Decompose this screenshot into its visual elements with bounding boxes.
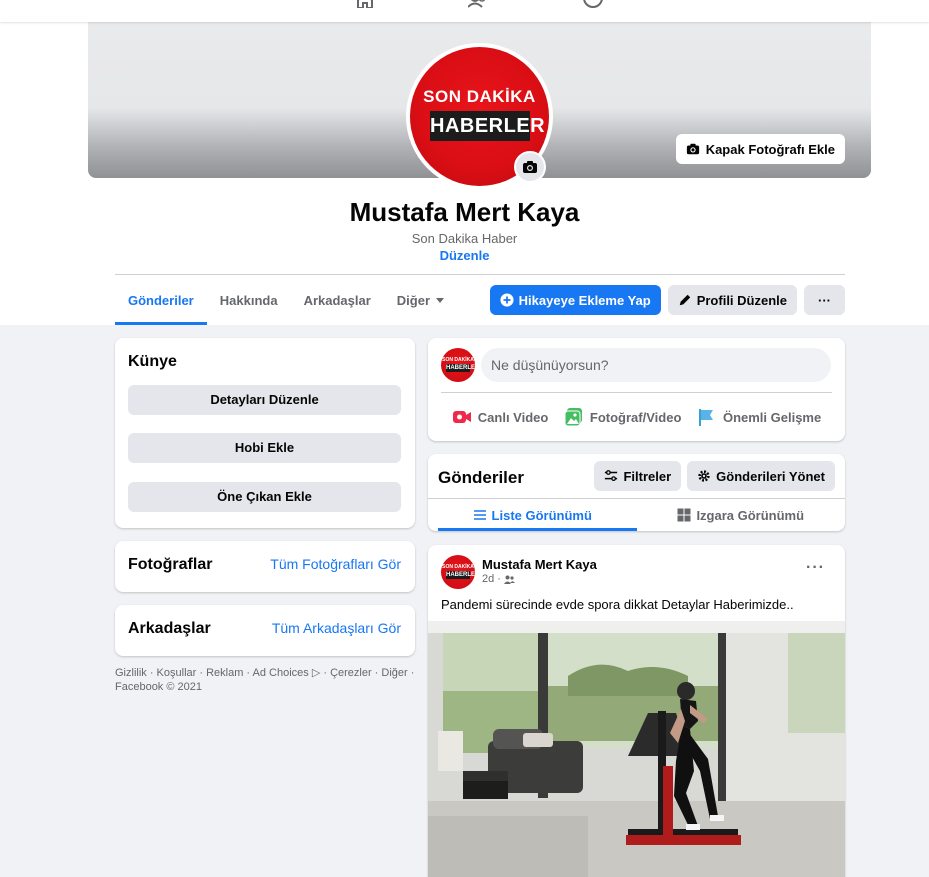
edit-details-button[interactable]: Detayları Düzenle bbox=[128, 385, 401, 415]
profile-picture[interactable]: SON DAKİKA HABERLER bbox=[406, 43, 553, 190]
profile-actions: Hikayeye Ekleme Yap Profili Düzenle ··· bbox=[489, 285, 845, 315]
friends-audience-icon bbox=[503, 575, 515, 584]
intro-card: Künye Detayları Düzenle Hobi Ekle Öne Çı… bbox=[115, 338, 415, 528]
composer-actions: Canlı Video Fotoğraf/Video Önemli Gelişm… bbox=[428, 402, 845, 432]
whats-on-your-mind-input[interactable]: Ne düşünüyorsun? bbox=[481, 348, 831, 382]
home-icon[interactable] bbox=[355, 0, 375, 9]
filter-icon bbox=[605, 470, 618, 482]
avatar[interactable]: SON DAKİKA HABERLER bbox=[441, 555, 475, 589]
edit-profile-button[interactable]: Profili Düzenle bbox=[667, 285, 797, 315]
photo-video-label: Fotoğraf/Video bbox=[589, 409, 682, 425]
friends-icon[interactable] bbox=[467, 0, 488, 8]
footer-links[interactable]: Gizlilik · Koşullar · Reklam · Ad Choice… bbox=[115, 666, 415, 694]
photo-icon bbox=[564, 408, 582, 427]
live-video-icon bbox=[452, 411, 471, 423]
gear-icon bbox=[698, 470, 710, 482]
add-cover-photo-button[interactable]: Kapak Fotoğrafı Ekle bbox=[675, 134, 845, 164]
photo-video-button[interactable]: Fotoğraf/Video bbox=[564, 402, 681, 432]
manage-posts-label: Gönderileri Yönet bbox=[716, 468, 825, 484]
post-image[interactable] bbox=[428, 621, 845, 877]
list-view-tab[interactable]: Liste Görünümü bbox=[428, 499, 637, 531]
manage-posts-button[interactable]: Gönderileri Yönet bbox=[687, 461, 835, 491]
tab-about[interactable]: Hakkında bbox=[207, 275, 291, 325]
tab-label: Diğer bbox=[396, 292, 431, 308]
profile-name: Mustafa Mert Kaya bbox=[349, 197, 580, 227]
live-video-label: Canlı Video bbox=[477, 409, 549, 425]
posts-header-actions: Filtreler Gönderileri Yönet bbox=[594, 461, 835, 491]
photos-card: Fotoğraflar Tüm Fotoğrafları Gör bbox=[115, 541, 415, 592]
friends-title: Arkadaşlar bbox=[128, 620, 211, 637]
post-options-button[interactable]: ··· bbox=[806, 559, 825, 577]
post-card: SON DAKİKA HABERLER Mustafa Mert Kaya 2d… bbox=[428, 545, 845, 877]
life-event-button[interactable]: Önemli Gelişme bbox=[697, 402, 821, 432]
list-icon bbox=[473, 510, 486, 520]
posts-header-card: Gönderiler Filtreler Gönderileri Yönet L… bbox=[428, 454, 845, 531]
posts-title: Gönderiler bbox=[438, 468, 524, 487]
profile-tabs: Gönderiler Hakkında Arkadaşlar Diğer bbox=[115, 275, 457, 325]
tab-friends[interactable]: Arkadaşlar bbox=[291, 275, 384, 325]
tab-label: Gönderiler bbox=[128, 292, 194, 308]
edit-profile-label: Profili Düzenle bbox=[696, 292, 787, 308]
avatar-logo-line2: HABERLER bbox=[446, 571, 475, 579]
add-featured-button[interactable]: Öne Çıkan Ekle bbox=[128, 482, 401, 512]
more-dots-icon: ··· bbox=[818, 292, 831, 308]
camera-icon bbox=[686, 143, 699, 155]
filters-label: Filtreler bbox=[623, 468, 672, 484]
grid-view-label: Izgara Görünümü bbox=[696, 507, 805, 523]
profile-subtitle: Son Dakika Haber bbox=[411, 231, 518, 246]
update-profile-picture-button[interactable] bbox=[514, 151, 546, 183]
filters-button[interactable]: Filtreler bbox=[594, 461, 682, 491]
groups-icon[interactable] bbox=[583, 0, 603, 8]
flag-icon bbox=[698, 409, 713, 426]
more-options-button[interactable]: ··· bbox=[804, 285, 845, 315]
live-video-button[interactable]: Canlı Video bbox=[452, 402, 549, 432]
post-meta: 2d · bbox=[482, 573, 515, 585]
post-author[interactable]: Mustafa Mert Kaya bbox=[482, 557, 597, 572]
edit-bio-link[interactable]: Düzenle bbox=[0, 248, 929, 263]
caret-down-icon bbox=[436, 297, 445, 303]
plus-circle-icon bbox=[500, 293, 514, 307]
photos-title: Fotoğraflar bbox=[128, 556, 213, 573]
grid-icon bbox=[677, 508, 691, 522]
add-to-story-button[interactable]: Hikayeye Ekleme Yap bbox=[489, 285, 661, 315]
add-cover-photo-label: Kapak Fotoğrafı Ekle bbox=[705, 141, 835, 157]
post-composer: SON DAKİKA HABERLER Ne düşünüyorsun? Can… bbox=[428, 338, 845, 441]
pencil-icon bbox=[679, 294, 690, 306]
composer-divider bbox=[441, 392, 832, 393]
avatar-logo-line1: SON DAKİKA bbox=[423, 87, 536, 106]
add-to-story-label: Hikayeye Ekleme Yap bbox=[518, 292, 651, 308]
tab-posts[interactable]: Gönderiler bbox=[115, 275, 207, 325]
post-text: Pandemi sürecinde evde spora dikkat Deta… bbox=[441, 597, 794, 612]
tab-label: Arkadaşlar bbox=[303, 292, 371, 308]
avatar-logo-line2: HABERLER bbox=[430, 111, 545, 141]
intro-title: Künye bbox=[128, 353, 177, 370]
life-event-label: Önemli Gelişme bbox=[722, 409, 822, 425]
see-all-friends-link[interactable]: Tüm Arkadaşları Gör bbox=[272, 620, 401, 636]
add-hobbies-button[interactable]: Hobi Ekle bbox=[128, 433, 401, 463]
list-view-label: Liste Görünümü bbox=[491, 507, 592, 523]
post-timestamp[interactable]: 2d · bbox=[482, 573, 501, 585]
grid-view-tab[interactable]: Izgara Görünümü bbox=[637, 499, 846, 531]
view-toggle: Liste Görünümü Izgara Görünümü bbox=[428, 499, 845, 531]
top-navigation bbox=[0, 0, 929, 22]
friends-card: Arkadaşlar Tüm Arkadaşları Gör bbox=[115, 605, 415, 656]
tab-more[interactable]: Diğer bbox=[384, 275, 457, 325]
tab-label: Hakkında bbox=[219, 292, 278, 308]
avatar-logo-line1: SON DAKİKA bbox=[442, 564, 474, 570]
avatar-logo-line2: HABERLER bbox=[446, 364, 475, 372]
avatar[interactable]: SON DAKİKA HABERLER bbox=[441, 348, 475, 382]
avatar-logo-line1: SON DAKİKA bbox=[442, 357, 474, 363]
see-all-photos-link[interactable]: Tüm Fotoğrafları Gör bbox=[270, 556, 401, 572]
camera-icon bbox=[523, 161, 537, 173]
